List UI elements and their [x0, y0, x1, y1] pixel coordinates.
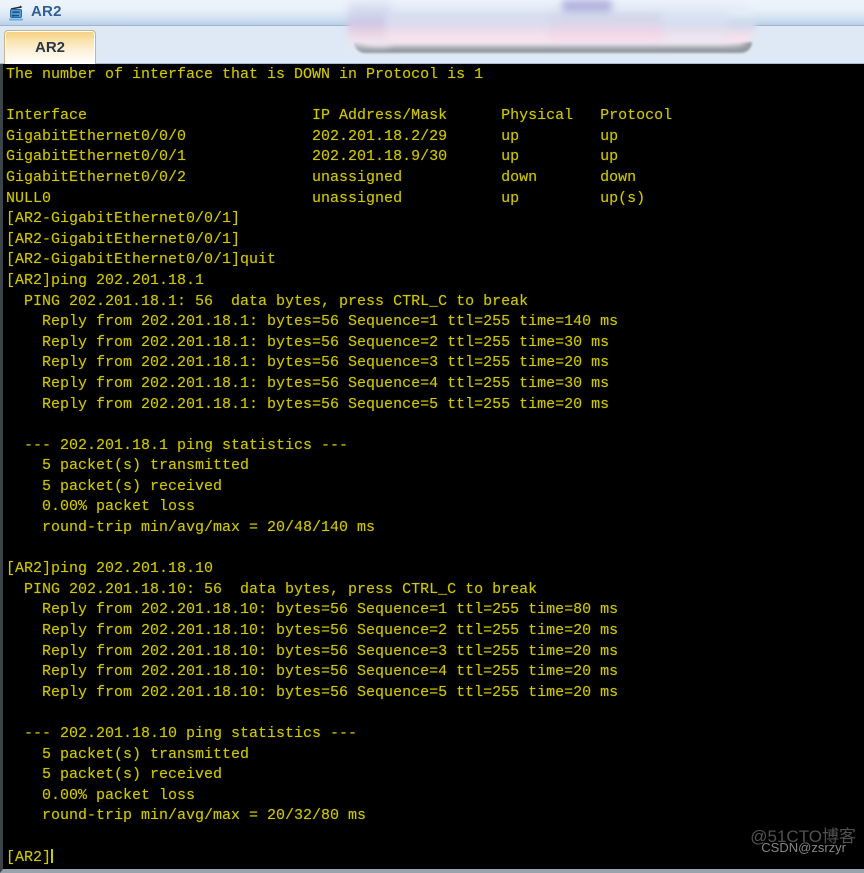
window-titlebar: AR2: [0, 0, 864, 26]
router-cli-window: AR2 AR2 The number of interface that is …: [0, 0, 864, 873]
window-title: AR2: [31, 3, 62, 20]
tab-ar2-label: AR2: [34, 39, 65, 56]
tab-ar2[interactable]: AR2: [4, 30, 96, 64]
router-icon: [7, 3, 27, 23]
terminal-console[interactable]: The number of interface that is DOWN in …: [0, 64, 864, 873]
terminal-output: The number of interface that is DOWN in …: [6, 66, 673, 866]
tab-strip: AR2: [0, 26, 864, 64]
terminal-cursor: [51, 848, 54, 863]
